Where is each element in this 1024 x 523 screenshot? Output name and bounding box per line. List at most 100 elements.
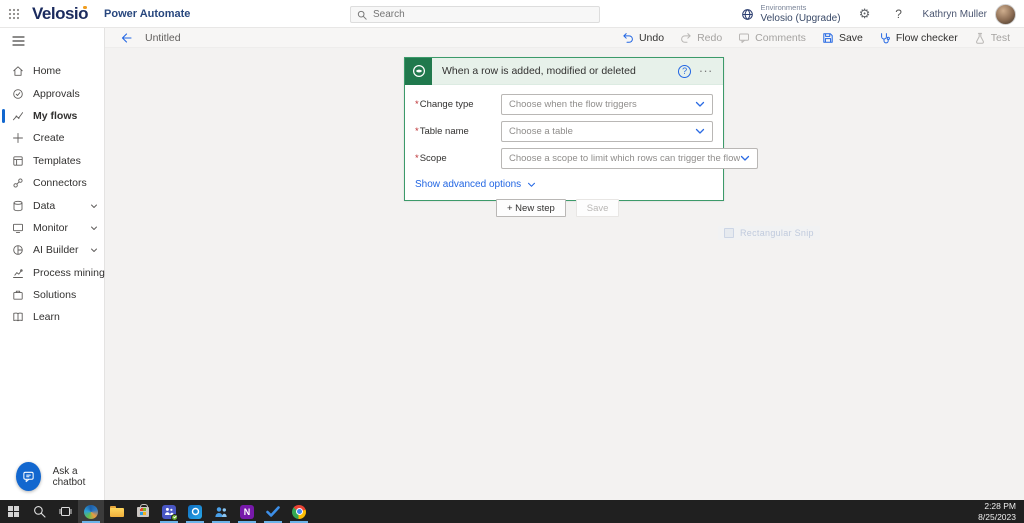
taskbar-time: 2:28 PM [984,501,1016,512]
taskbar-edge-browser-active[interactable] [78,500,104,523]
sidebar-item-templates[interactable]: Templates [0,150,104,172]
settings-gear-icon[interactable]: ⚙ [855,4,875,24]
sidebar-item-monitor[interactable]: Monitor [0,217,104,239]
taskbar-search-button[interactable] [26,500,52,523]
scope-dropdown[interactable]: Choose a scope to limit which rows can t… [501,148,758,169]
sidebar: Home Approvals My flows Create [0,28,105,500]
taskbar-chrome[interactable] [286,500,312,523]
sidebar-item-label: Monitor [33,222,68,234]
trigger-more-menu-icon[interactable]: ... [699,64,713,78]
sidebar-item-home[interactable]: Home [0,60,104,82]
save-floppy-icon [822,32,834,44]
chat-bubble-icon [22,470,35,483]
show-advanced-options-link[interactable]: Show advanced options [415,179,536,190]
app-launcher-waffle-icon[interactable] [0,0,28,28]
global-search[interactable] [350,6,600,23]
header-right-group: Environments Velosio (Upgrade) ⚙ ? Kathr… [741,0,1024,28]
velosio-logo[interactable]: Velosio [32,4,88,24]
sidebar-item-approvals[interactable]: Approvals [0,82,104,104]
test-beaker-icon [974,32,986,44]
chatbot-launcher: Ask a chatbot [16,462,104,491]
redo-button[interactable]: Redo [680,32,722,44]
monitor-icon [12,222,24,234]
dropdown-placeholder: Choose a table [509,126,695,137]
sidebar-item-my-flows[interactable]: My flows [0,105,104,127]
sidebar-item-ai-builder[interactable]: AI Builder [0,239,104,261]
redo-icon [680,32,692,44]
chevron-down-icon[interactable] [90,202,98,210]
taskbar-file-explorer[interactable] [104,500,130,523]
taskbar-date: 8/25/2023 [978,512,1016,523]
trigger-card-header[interactable]: When a row is added, modified or deleted… [405,58,723,85]
sidebar-item-label: Learn [33,311,60,323]
edge-browser-icon [84,505,98,519]
solutions-icon [12,289,24,301]
app-header: Velosio Power Automate Environments [0,0,1024,28]
flow-checker-button[interactable]: Flow checker [879,32,958,44]
field-row-table-name: *Table name Choose a table [415,121,713,142]
taskbar-teams[interactable] [156,500,182,523]
save-button[interactable]: Save [822,32,863,44]
taskbar-microsoft-store[interactable] [130,500,156,523]
change-type-dropdown[interactable]: Choose when the flow triggers [501,94,713,115]
required-asterisk: * [415,153,419,164]
windows-logo-icon [8,506,19,517]
toolbar-actions: Undo Redo Comments Save [622,32,1024,44]
trigger-help-icon[interactable]: ? [678,65,691,78]
chrome-icon [292,505,306,519]
snip-icon [724,228,734,238]
logo-orange-dot [83,6,87,10]
task-view-icon [59,505,72,518]
trigger-card[interactable]: When a row is added, modified or deleted… [404,57,724,201]
table-name-dropdown[interactable]: Choose a table [501,121,713,142]
onenote-icon: N [240,505,254,519]
sidebar-item-label: Home [33,65,61,77]
back-arrow-icon[interactable] [113,32,139,44]
task-view-button[interactable] [52,500,78,523]
taskbar-todo[interactable] [260,500,286,523]
logo-text: Velosio [32,4,88,24]
flow-checker-stethoscope-icon [879,32,891,44]
teams-icon [162,505,176,519]
chevron-down-icon[interactable] [90,224,98,232]
chevron-down-icon [740,155,750,162]
taskbar-outlook[interactable] [182,500,208,523]
test-button[interactable]: Test [974,32,1010,44]
learn-icon [12,311,24,323]
todo-check-icon [266,506,280,517]
taskbar-onenote[interactable]: N [234,500,260,523]
sidebar-item-label: Connectors [33,177,87,189]
field-row-change-type: *Change type Choose when the flow trigge… [415,94,713,115]
power-automate-screen: Velosio Power Automate Environments [0,0,1024,523]
sidebar-item-label: Solutions [33,289,76,301]
sidebar-item-label: Templates [33,155,81,167]
chevron-down-icon[interactable] [90,246,98,254]
comments-button[interactable]: Comments [738,32,806,44]
environment-picker[interactable]: Environments Velosio (Upgrade) [741,4,840,24]
templates-icon [12,155,24,167]
sidebar-item-process-mining[interactable]: Process mining [0,262,104,284]
environments-label: Environments [760,4,840,13]
required-asterisk: * [415,126,419,137]
help-icon[interactable]: ? [889,4,909,24]
field-label: *Table name [415,126,501,137]
sidebar-item-connectors[interactable]: Connectors [0,172,104,194]
windows-start-button[interactable] [0,500,26,523]
sidebar-item-data[interactable]: Data [0,194,104,216]
plus-icon [12,132,24,144]
canvas-save-button[interactable]: Save [576,199,620,217]
undo-button[interactable]: Undo [622,32,664,44]
taskbar-clock[interactable]: 2:28 PM 8/25/2023 [978,500,1024,523]
chatbot-button[interactable] [16,462,41,491]
sidebar-item-create[interactable]: Create [0,127,104,149]
flow-title: Untitled [145,32,181,44]
sidebar-item-label: My flows [33,110,77,122]
database-icon [12,200,24,212]
new-step-button[interactable]: + New step [496,199,566,217]
sidebar-item-learn[interactable]: Learn [0,306,104,328]
user-avatar[interactable] [995,4,1016,25]
sidebar-collapse-hamburger-icon[interactable] [0,30,104,52]
search-input[interactable] [373,9,593,20]
taskbar-people[interactable] [208,500,234,523]
sidebar-item-solutions[interactable]: Solutions [0,284,104,306]
